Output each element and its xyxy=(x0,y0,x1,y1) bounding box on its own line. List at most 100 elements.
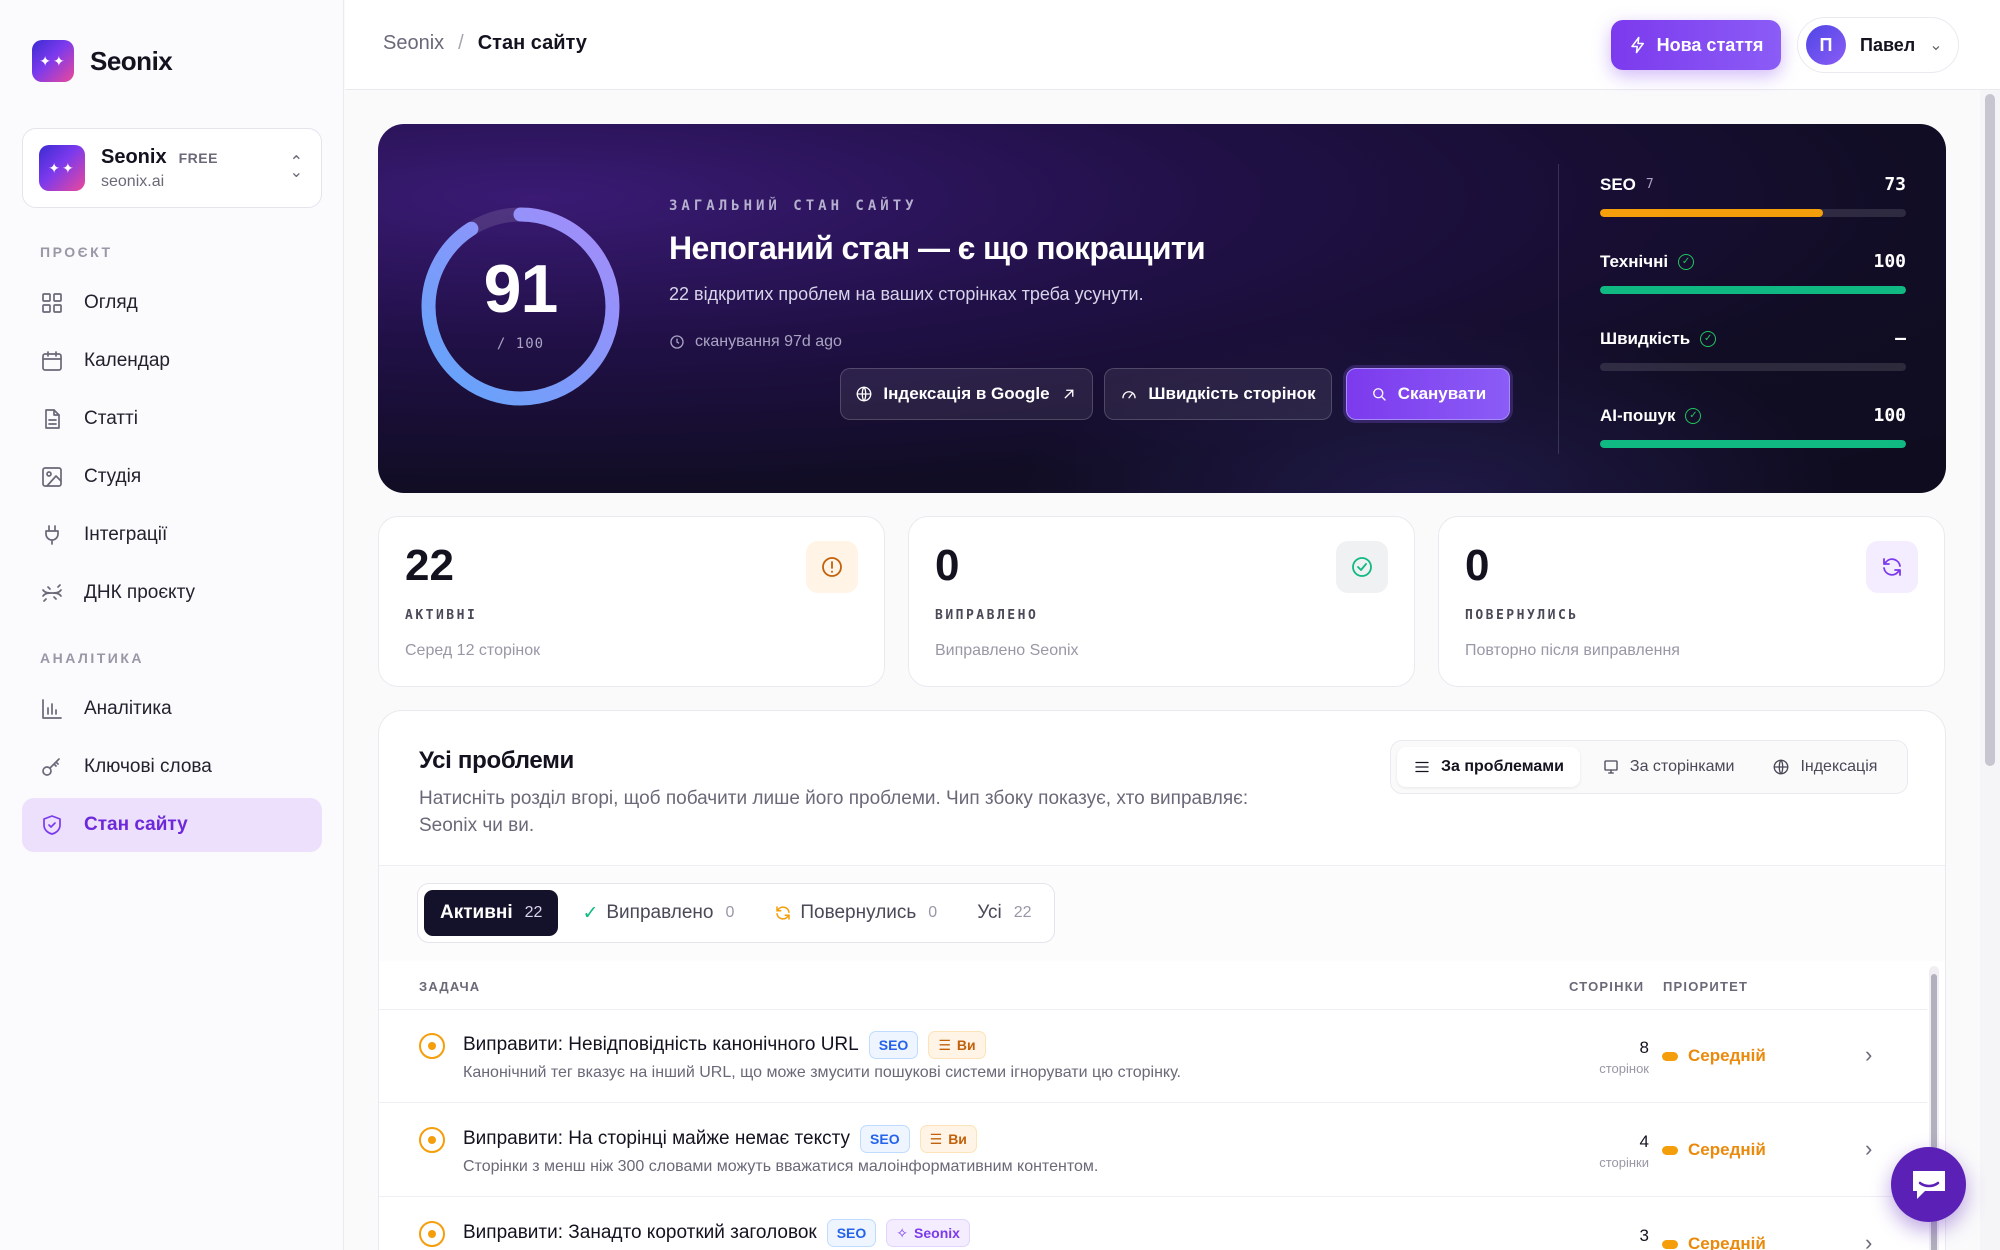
sidebar-item-label: ДНК проєкту xyxy=(84,582,195,603)
problems-title: Усі проблеми xyxy=(419,747,575,774)
app-logo[interactable]: ✦✦ Seonix xyxy=(32,40,173,82)
sidebar-item-studio[interactable]: Студія xyxy=(22,450,322,504)
user-menu[interactable]: П Павел ⌄ xyxy=(1797,17,1959,73)
stat-label: ПОВЕРНУЛИСЬ xyxy=(1465,608,1579,623)
metric-bar xyxy=(1600,209,1906,217)
hero-divider xyxy=(1558,164,1559,454)
table-row[interactable]: Виправити: На сторінці майже немає текст… xyxy=(379,1104,1927,1197)
status-open-icon xyxy=(419,1221,445,1247)
owner-label: Ви xyxy=(956,1037,976,1053)
owner-chip: ☰ Ви xyxy=(919,1125,977,1153)
owner-label: Seonix xyxy=(914,1225,960,1241)
problems-subtitle: Натисніть розділ вгорі, щоб побачити лиш… xyxy=(419,788,1249,836)
chevron-right-icon[interactable]: › xyxy=(1865,1230,1872,1250)
page-speed-button[interactable]: Швидкість сторінок xyxy=(1104,368,1332,420)
stat-card-returned[interactable]: 0 ПОВЕРНУЛИСЬ Повторно після виправлення xyxy=(1438,516,1945,687)
grid-icon xyxy=(42,293,62,313)
stat-card-fixed[interactable]: 0 ВИПРАВЛЕНО Виправлено Seonix xyxy=(908,516,1415,687)
sidebar-item-site-health[interactable]: Стан сайту xyxy=(22,798,322,852)
nav-section-analytics: АНАЛІТИКА xyxy=(40,650,144,666)
table-row[interactable]: Виправити: Занадто короткий заголовок SE… xyxy=(379,1198,1927,1250)
metric-seo[interactable]: SEO 7 73 xyxy=(1600,174,1906,217)
sidebar-item-keywords[interactable]: Ключові слова xyxy=(22,740,322,794)
metric-bar-fill xyxy=(1600,440,1906,448)
sidebar-item-label: Аналітика xyxy=(84,698,172,719)
breadcrumb-root[interactable]: Seonix xyxy=(383,32,444,55)
check-circle-icon: ✓ xyxy=(1678,253,1695,270)
page-scrollbar-thumb[interactable] xyxy=(1985,94,1995,766)
lightning-icon xyxy=(1630,36,1644,54)
chevron-right-icon[interactable]: › xyxy=(1865,1136,1872,1162)
refresh-icon xyxy=(776,906,791,920)
key-icon xyxy=(42,758,60,776)
sidebar-item-label: Інтеграції xyxy=(84,524,168,545)
priority-indicator xyxy=(1662,1145,1678,1155)
filter-fixed[interactable]: ✓ Виправлено 0 xyxy=(566,890,750,936)
filter-active[interactable]: Активні 22 xyxy=(424,890,559,936)
chat-icon xyxy=(1912,1170,1945,1199)
priority-badge: Середній xyxy=(1662,1234,1766,1250)
sparkles-logo-icon: ✦✦ xyxy=(32,40,74,82)
filter-returned[interactable]: Повернулись 0 xyxy=(758,890,953,936)
pages-count: 3 xyxy=(1639,1226,1649,1245)
sidebar: ✦✦ Seonix ✦✦ Seonix FREE seonix.ai ⌃ ⌄ ПРО… xyxy=(0,0,344,1250)
tab-label: Індексація xyxy=(1800,758,1878,775)
stat-value: 0 xyxy=(1465,541,1490,590)
pages-count: 8 xyxy=(1639,1038,1649,1057)
tab-by-problems[interactable]: За проблемами xyxy=(1397,747,1580,787)
workspace-switcher[interactable]: ✦✦ Seonix FREE seonix.ai ⌃ ⌄ xyxy=(22,128,322,208)
filter-all[interactable]: Усі 22 xyxy=(961,890,1047,936)
app-name: Seonix xyxy=(90,45,173,76)
tab-by-pages[interactable]: За сторінками xyxy=(1586,747,1751,787)
stat-description: Виправлено Seonix xyxy=(935,642,1079,659)
owner-label: Ви xyxy=(948,1131,967,1147)
image-icon xyxy=(42,467,62,487)
sparkle-icon: ✧ xyxy=(896,1224,909,1241)
priority-indicator xyxy=(1662,1239,1678,1249)
column-header-pages[interactable]: СТОРІНКИ xyxy=(1569,979,1644,994)
globe-icon xyxy=(1774,759,1789,775)
tab-indexing[interactable]: Індексація xyxy=(1756,747,1893,787)
hero-label: ЗАГАЛЬНИЙ СТАН САЙТУ xyxy=(669,198,918,214)
metric-speed[interactable]: Швидкість ✓ — xyxy=(1600,328,1906,371)
last-scan: сканування 97d ago xyxy=(669,333,842,351)
gauge-icon xyxy=(1122,391,1137,399)
view-switcher: За проблемами За сторінками Індексація xyxy=(1390,740,1908,794)
metric-name: SEO xyxy=(1600,174,1636,194)
sidebar-item-calendar[interactable]: Календар xyxy=(22,334,322,388)
stat-card-active[interactable]: 22 АКТИВНІ Серед 12 сторінок xyxy=(378,516,885,687)
metric-technical[interactable]: Технічні ✓ 100 xyxy=(1600,251,1906,294)
google-indexing-label: Індексація в Google xyxy=(883,384,1050,403)
column-header-priority[interactable]: ПРІОРИТЕТ xyxy=(1663,979,1748,994)
metric-bar-fill xyxy=(1600,209,1824,217)
check-circle-icon xyxy=(1336,541,1388,593)
sidebar-item-project-dna[interactable]: ДНК проєкту xyxy=(22,566,322,620)
table-row[interactable]: Виправити: Невідповідність канонічного U… xyxy=(379,1010,1927,1103)
pages-unit: сторінок xyxy=(1599,1061,1649,1076)
task-description: Сторінки з менш ніж 300 словами можуть в… xyxy=(463,1158,1099,1175)
sidebar-item-integrations[interactable]: Інтеграції xyxy=(22,508,322,562)
sidebar-item-overview[interactable]: Огляд xyxy=(22,276,322,330)
workspace-logo-icon: ✦✦ xyxy=(39,145,85,191)
column-header-task[interactable]: ЗАДАЧА xyxy=(419,979,480,994)
stat-label: АКТИВНІ xyxy=(405,608,478,623)
site-health-hero: 91 / 100 ЗАГАЛЬНИЙ СТАН САЙТУ Непоганий … xyxy=(378,124,1946,493)
metric-issue-count: 7 xyxy=(1645,177,1654,192)
page-speed-label: Швидкість сторінок xyxy=(1148,384,1316,403)
scan-button[interactable]: Сканувати xyxy=(1346,368,1510,420)
breadcrumb-current: Стан сайту xyxy=(477,32,587,54)
chevron-right-icon[interactable]: › xyxy=(1865,1042,1872,1068)
globe-icon xyxy=(856,386,872,402)
page-scrollbar[interactable] xyxy=(1980,90,2000,1250)
sidebar-item-analytics[interactable]: Аналітика xyxy=(22,682,322,736)
sidebar-item-articles[interactable]: Статті xyxy=(22,392,322,446)
tab-label: За проблемами xyxy=(1441,758,1564,775)
google-indexing-button[interactable]: Індексація в Google xyxy=(840,368,1093,420)
metric-ai-search[interactable]: AI-пошук ✓ 100 xyxy=(1600,405,1906,448)
search-icon xyxy=(1372,388,1386,401)
metric-bar xyxy=(1600,440,1906,448)
new-article-button[interactable]: Нова стаття xyxy=(1611,20,1781,70)
last-scan-time: сканування 97d ago xyxy=(695,333,842,350)
metric-value: — xyxy=(1895,328,1906,349)
chat-button[interactable] xyxy=(1891,1147,1966,1222)
